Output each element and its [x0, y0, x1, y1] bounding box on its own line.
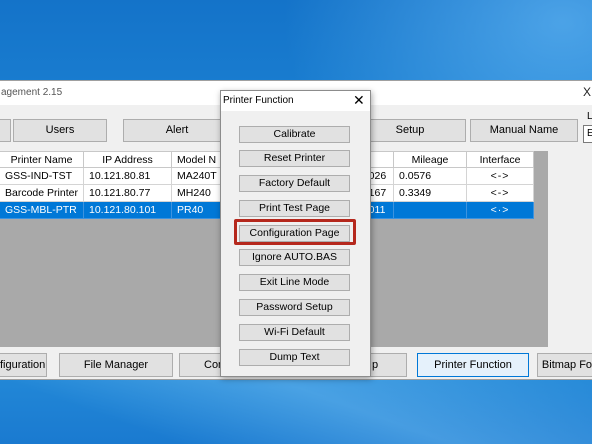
highlight-annotation: [234, 219, 356, 245]
bitmap-font-button[interactable]: Bitmap Fo: [537, 353, 592, 377]
column-header-mileage[interactable]: Mileage: [393, 151, 467, 168]
cell-mileage: 0.3349: [393, 184, 467, 202]
dialog-title: Printer Function: [223, 95, 294, 106]
dialog-titlebar: Printer Function ✕: [221, 91, 370, 111]
cell-ip-address: 10.121.80.101: [83, 201, 172, 219]
factory-default-button[interactable]: Factory Default: [239, 175, 350, 192]
configuration-button[interactable]: figuration: [0, 353, 47, 377]
main-window-title: agement 2.15: [1, 87, 63, 98]
cell-printer-name: GSS-MBL-PTR: [0, 201, 84, 219]
calibrate-button[interactable]: Calibrate: [239, 126, 350, 143]
cell-model: MH240: [171, 184, 222, 202]
cell-model: MA240T: [171, 167, 222, 185]
column-header-printer-name[interactable]: Printer Name: [0, 151, 84, 168]
printer-function-dialog: Printer Function ✕ Calibrate Reset Print…: [220, 90, 371, 377]
cell-printer-name: Barcode Printer: [0, 184, 84, 202]
file-manager-button[interactable]: File Manager: [59, 353, 173, 377]
hidden-button[interactable]: p: [369, 353, 407, 377]
command-button[interactable]: Com: [179, 353, 225, 377]
main-close-icon[interactable]: X: [583, 85, 591, 99]
password-setup-button[interactable]: Password Setup: [239, 299, 350, 316]
column-header-interface[interactable]: Interface: [466, 151, 534, 168]
manual-name-button[interactable]: Manual Name: [470, 119, 578, 142]
close-icon[interactable]: ✕: [353, 92, 365, 108]
reset-printer-button[interactable]: Reset Printer: [239, 150, 350, 167]
cell-mileage: [393, 201, 467, 219]
cell-ip-address: 10.121.80.81: [83, 167, 172, 185]
cell-mileage: 0.0576: [393, 167, 467, 185]
cell-interface-icon: <->: [466, 167, 534, 185]
cell-ip-address: 10.121.80.77: [83, 184, 172, 202]
ignore-auto-bas-button[interactable]: Ignore AUTO.BAS: [239, 249, 350, 266]
printer-function-button[interactable]: Printer Function: [417, 353, 529, 377]
cell-interface-icon: <->: [466, 184, 534, 202]
cell-model: PR40: [171, 201, 222, 219]
print-test-page-button[interactable]: Print Test Page: [239, 200, 350, 217]
right-label: L: [587, 111, 592, 122]
column-header-ip-address[interactable]: IP Address: [83, 151, 172, 168]
column-header-model[interactable]: Model N: [171, 151, 222, 168]
cell-interface-icon: <·>: [466, 201, 534, 219]
exit-line-mode-button[interactable]: Exit Line Mode: [239, 274, 350, 291]
wifi-default-button[interactable]: Wi-Fi Default: [239, 324, 350, 341]
alert-button[interactable]: Alert: [123, 119, 231, 142]
right-combo[interactable]: E: [583, 125, 592, 143]
left-edge-button[interactable]: [0, 119, 11, 142]
cell-printer-name: GSS-IND-TST: [0, 167, 84, 185]
dump-text-button[interactable]: Dump Text: [239, 349, 350, 366]
users-button[interactable]: Users: [13, 119, 107, 142]
